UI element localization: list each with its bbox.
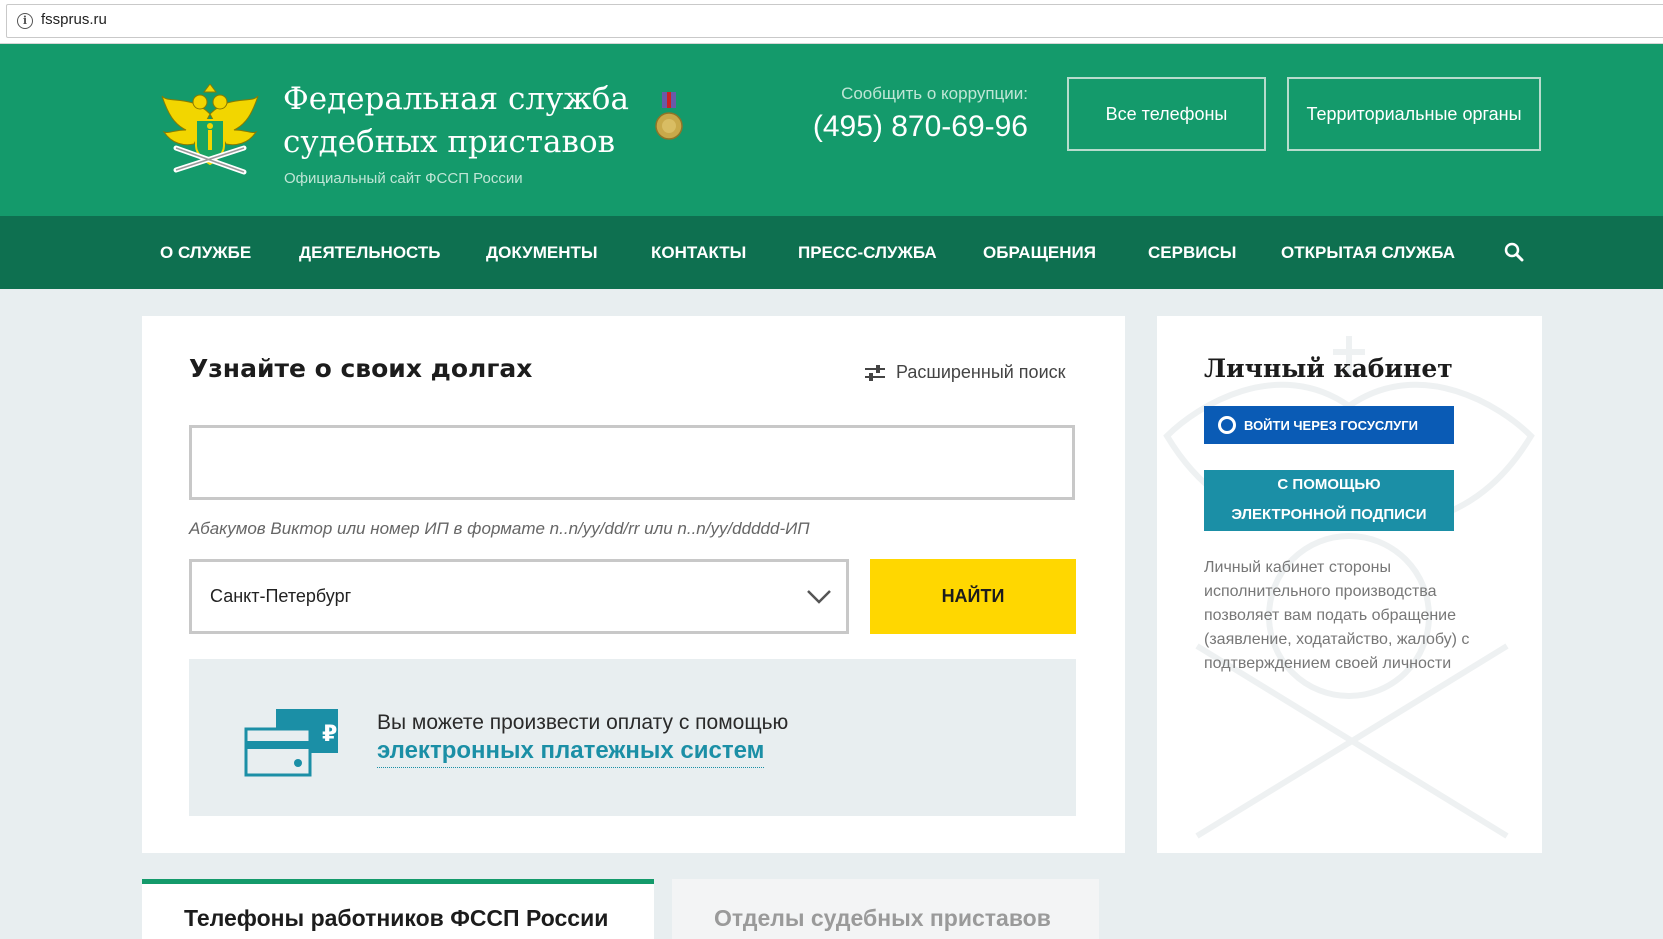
gosuslugi-logo-icon [1218, 416, 1236, 434]
debt-search-card: Узнайте о своих долгах Расширенный поиск… [142, 316, 1125, 853]
gosuslugi-login-button[interactable]: ВОЙТИ ЧЕРЕЗ ГОСУСЛУГИ [1204, 406, 1454, 444]
region-select-value: Санкт-Петербург [210, 586, 352, 606]
payment-systems-link[interactable]: электронных платежных систем [377, 737, 765, 768]
sliders-icon [865, 364, 885, 381]
search-hint: Абакумов Виктор или номер ИП в формате n… [189, 519, 810, 538]
nav-item-press[interactable]: ПРЕСС-СЛУЖБА [798, 216, 937, 289]
org-title-line1: Федеральная служба [283, 81, 629, 117]
nav-item-contacts[interactable]: КОНТАКТЫ [651, 216, 746, 289]
personal-cabinet-card: Личный кабинет ВОЙТИ ЧЕРЕЗ ГОСУСЛУГИ С П… [1157, 316, 1542, 853]
esign-label-line1: С ПОМОЩЬЮ [1277, 476, 1381, 493]
find-button[interactable]: НАЙТИ [870, 559, 1076, 634]
corruption-phone[interactable]: (495) 870-69-96 [760, 110, 1028, 144]
tab-employee-phones-label: Телефоны работников ФССП России [184, 905, 609, 931]
tab-employee-phones[interactable]: Телефоны работников ФССП России [142, 879, 654, 939]
debt-title: Узнайте о своих долгах [189, 354, 533, 383]
main-nav: О СЛУЖБЕ ДЕЯТЕЛЬНОСТЬ ДОКУМЕНТЫ КОНТАКТЫ… [0, 216, 1663, 289]
esign-login-button[interactable]: С ПОМОЩЬЮ ЭЛЕКТРОННОЙ ПОДПИСИ [1204, 470, 1454, 531]
nav-item-about[interactable]: О СЛУЖБЕ [160, 216, 251, 289]
org-subtitle: Официальный сайт ФССП России [284, 170, 523, 187]
debt-search-input[interactable] [189, 425, 1075, 500]
browser-address-bar: i fssprus.ru [0, 0, 1663, 44]
payment-info-box: ₽ Вы можете произвести оплату с помощью … [189, 659, 1076, 816]
gosuslugi-login-label: ВОЙТИ ЧЕРЕЗ ГОСУСЛУГИ [1244, 417, 1418, 433]
svg-text:₽: ₽ [322, 722, 337, 747]
nav-item-services[interactable]: СЕРВИСЫ [1148, 216, 1236, 289]
nav-item-activity[interactable]: ДЕЯТЕЛЬНОСТЬ [299, 216, 441, 289]
search-icon[interactable] [1504, 242, 1524, 262]
advanced-search-link[interactable]: Расширенный поиск [864, 362, 1066, 383]
info-icon[interactable]: i [17, 13, 33, 29]
org-title[interactable]: Федеральная служба судебных приставов [283, 78, 643, 164]
tab-bailiff-departments[interactable]: Отделы судебных приставов [672, 879, 1099, 939]
nav-item-documents[interactable]: ДОКУМЕНТЫ [486, 216, 598, 289]
region-select[interactable]: Санкт-Петербург [189, 559, 849, 634]
nav-item-open-service[interactable]: ОТКРЫТАЯ СЛУЖБА [1281, 216, 1455, 289]
advanced-search-label: Расширенный поиск [896, 362, 1066, 382]
card-payment-icon: ₽ [244, 709, 338, 777]
payment-text: Вы можете произвести оплату с помощью [377, 711, 789, 734]
org-title-line2: судебных приставов [283, 124, 616, 160]
site-header: Федеральная служба судебных приставов Оф… [0, 44, 1663, 216]
nav-item-appeals[interactable]: ОБРАЩЕНИЯ [983, 216, 1096, 289]
cabinet-description: Личный кабинет стороны исполнительного п… [1204, 559, 1470, 672]
url-text: fssprus.ru [41, 11, 107, 28]
esign-label-line2: ЭЛЕКТРОННОЙ ПОДПИСИ [1231, 506, 1427, 523]
fssp-emblem-icon[interactable] [160, 84, 260, 184]
cabinet-title: Личный кабинет [1204, 354, 1453, 383]
tab-bailiff-departments-label: Отделы судебных приставов [714, 905, 1051, 931]
territorial-bodies-button[interactable]: Территориальные органы [1287, 77, 1541, 151]
all-phones-button[interactable]: Все телефоны [1067, 77, 1266, 151]
url-field[interactable]: i fssprus.ru [6, 4, 1663, 38]
chevron-down-icon [807, 590, 831, 604]
medal-icon [655, 92, 683, 140]
corruption-label: Сообщить о коррупции: [841, 84, 1028, 103]
